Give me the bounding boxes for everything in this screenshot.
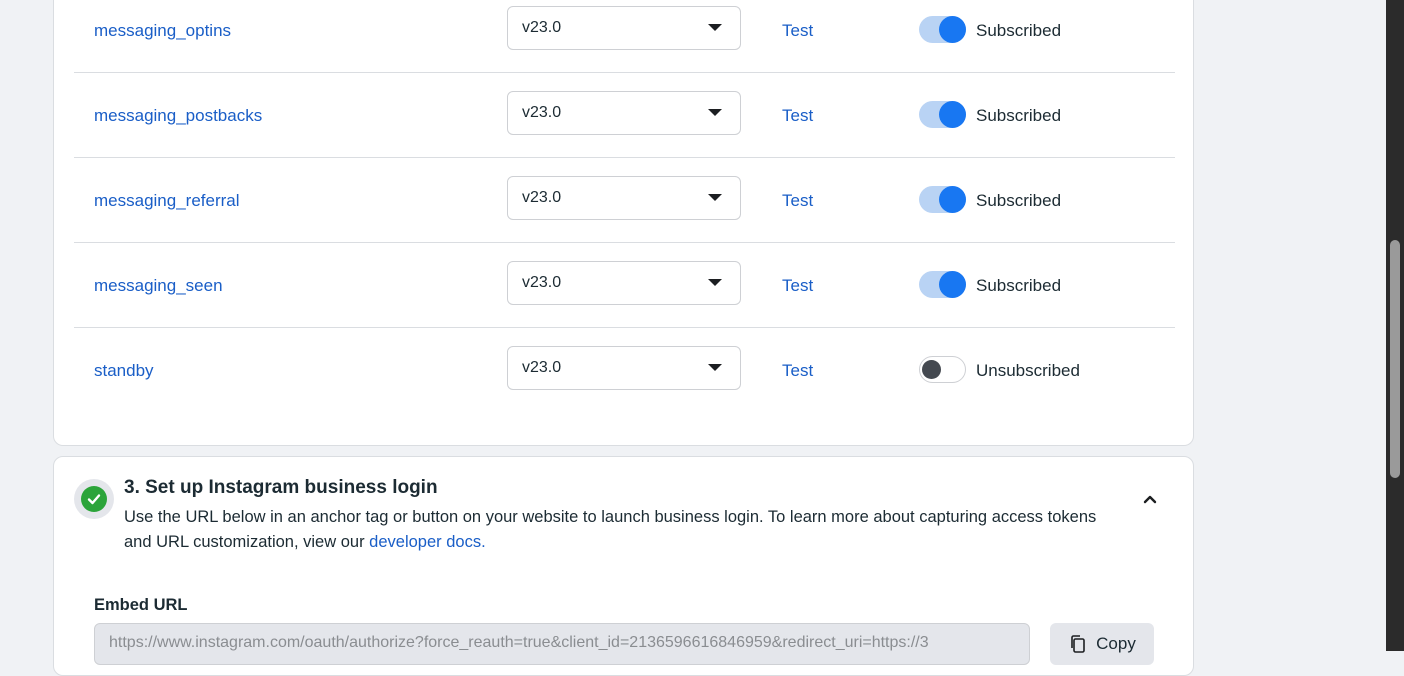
field-name-link[interactable]: standby [94, 328, 154, 413]
step-title: 3. Set up Instagram business login [124, 477, 438, 498]
subscription-toggle[interactable] [919, 186, 966, 213]
scrollbar-thumb[interactable] [1390, 240, 1400, 478]
webhook-fields-card: messaging_optins v23.0 Test Subscribed messa… [53, 0, 1194, 446]
version-value: v23.0 [522, 274, 562, 291]
webhook-field-row: standby v23.0 Test Unsubscribed [74, 328, 1175, 413]
version-select[interactable]: v23.0 [507, 176, 741, 220]
scrollbar[interactable] [1386, 0, 1404, 651]
subscription-status: Unsubscribed [976, 361, 1080, 380]
copy-icon [1071, 635, 1085, 653]
version-value: v23.0 [522, 19, 562, 36]
webhook-field-row: messaging_seen v23.0 Test Subscribed [74, 243, 1175, 328]
version-select[interactable]: v23.0 [507, 261, 741, 305]
webhook-field-row: messaging_referral v23.0 Test Subscribed [74, 158, 1175, 243]
test-link[interactable]: Test [782, 328, 813, 413]
chevron-down-icon [708, 364, 722, 371]
subscription-toggle[interactable] [919, 271, 966, 298]
test-link[interactable]: Test [782, 0, 813, 73]
chevron-down-icon [708, 109, 722, 116]
chevron-down-icon [708, 194, 722, 201]
version-select[interactable]: v23.0 [507, 346, 741, 390]
subscription-status: Subscribed [976, 276, 1062, 295]
subscription-toggle[interactable] [919, 356, 966, 383]
check-circle-icon [74, 479, 114, 519]
step-description-text: Use the URL below in an anchor tag or bu… [124, 508, 1097, 551]
subscription-toggle[interactable] [919, 101, 966, 128]
field-name-link[interactable]: messaging_postbacks [94, 73, 262, 158]
step-description: Use the URL below in an anchor tag or bu… [124, 505, 1114, 555]
embed-url-label: Embed URL [94, 596, 188, 614]
field-name-link[interactable]: messaging_referral [94, 158, 240, 243]
webhook-field-row: messaging_postbacks v23.0 Test Subscribed [74, 73, 1175, 158]
subscription-toggle[interactable] [919, 16, 966, 43]
test-link[interactable]: Test [782, 158, 813, 243]
subscription-status: Subscribed [976, 106, 1062, 125]
embed-url-field[interactable]: https://www.instagram.com/oauth/authoriz… [94, 623, 1030, 665]
subscription-status: Subscribed [976, 191, 1062, 210]
version-value: v23.0 [522, 104, 562, 121]
copy-button[interactable]: Copy [1050, 623, 1154, 665]
version-value: v23.0 [522, 359, 562, 376]
toggle-knob [939, 101, 966, 128]
instagram-login-section: 3. Set up Instagram business login Use t… [53, 456, 1194, 676]
toggle-knob [922, 360, 941, 379]
collapse-section-button[interactable] [1140, 489, 1160, 509]
version-value: v23.0 [522, 189, 562, 206]
field-name-link[interactable]: messaging_optins [94, 0, 231, 73]
version-select[interactable]: v23.0 [507, 6, 741, 50]
copy-button-label: Copy [1096, 634, 1136, 653]
version-select[interactable]: v23.0 [507, 91, 741, 135]
subscription-status: Subscribed [976, 21, 1062, 40]
toggle-knob [939, 16, 966, 43]
toggle-knob [939, 186, 966, 213]
field-name-link[interactable]: messaging_seen [94, 243, 223, 328]
chevron-down-icon [708, 279, 722, 286]
toggle-knob [939, 271, 966, 298]
webhook-field-row: messaging_optins v23.0 Test Subscribed [74, 0, 1175, 73]
test-link[interactable]: Test [782, 243, 813, 328]
chevron-down-icon [708, 24, 722, 31]
chevron-up-icon [1143, 495, 1157, 504]
developer-docs-link[interactable]: developer docs. [369, 533, 486, 551]
test-link[interactable]: Test [782, 73, 813, 158]
